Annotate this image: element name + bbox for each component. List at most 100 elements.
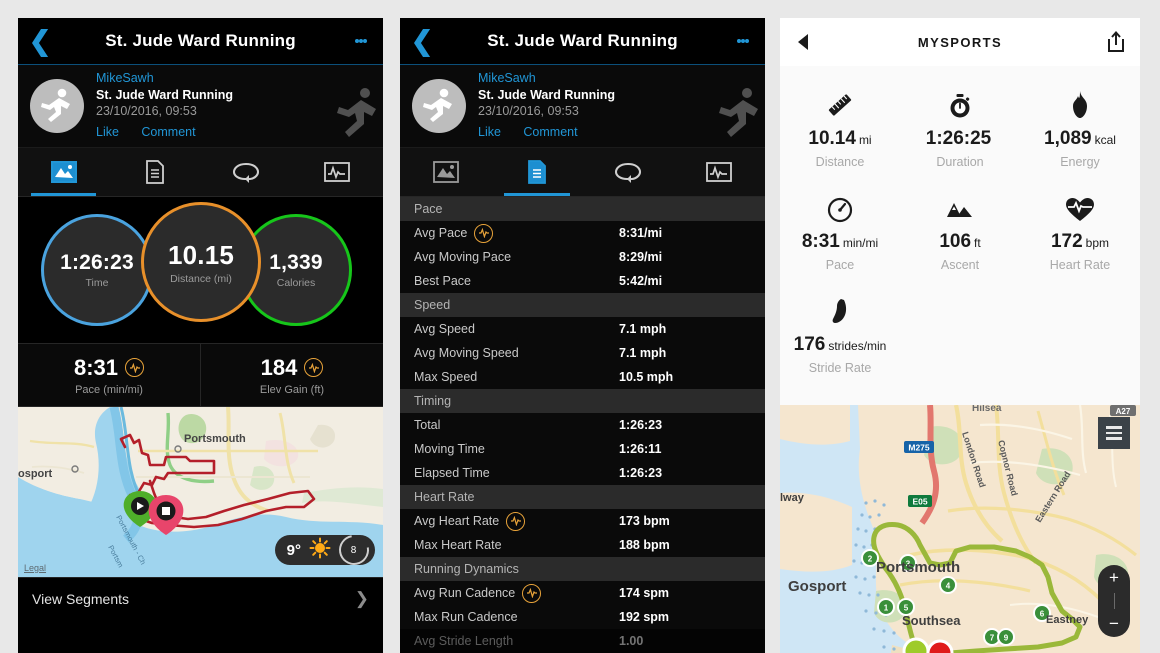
detail-row-value: 1:26:23	[619, 466, 663, 480]
view-segments-button[interactable]: View Segments ❯	[18, 577, 383, 620]
route-map[interactable]: Portsmouth osport Portsmouth - Ch Portsm…	[18, 407, 383, 577]
detail-group-header: Heart Rate	[400, 485, 765, 509]
secondary-stats: 8:31 Pace (min/mi) 184 Elev Gain (ft)	[18, 343, 383, 407]
detail-row-value: 174 spm	[619, 586, 670, 600]
ring-distance-label: Distance (mi)	[170, 272, 232, 285]
shoe-icon	[827, 296, 853, 326]
tab-charts[interactable]	[674, 148, 765, 196]
detail-row[interactable]: Max Run Cadence 192 spm	[400, 605, 765, 629]
layers-menu-icon[interactable]	[1098, 417, 1130, 449]
back-button[interactable]: ❮	[18, 27, 62, 55]
tab-laps[interactable]	[201, 148, 292, 196]
ring-calories-value: 1,339	[269, 251, 323, 274]
author-username[interactable]: MikeSawh	[478, 70, 615, 87]
detail-row-key: Avg Run Cadence	[414, 586, 516, 600]
stat-heart-rate-label: Heart Rate	[1049, 258, 1111, 272]
detail-row-key: Avg Stride Length	[414, 634, 514, 648]
detail-row-key: Avg Heart Rate	[414, 514, 500, 528]
wind-value: 8	[351, 544, 357, 556]
stat-pace: 8:31 Pace (min/mi)	[18, 344, 200, 406]
activity-author-strip: MikeSawh St. Jude Ward Running 23/10/201…	[18, 65, 383, 148]
map-legal-link[interactable]: Legal	[24, 563, 46, 573]
zoom-in-button[interactable]: +	[1109, 568, 1119, 588]
detail-row[interactable]: Avg Pace 8:31/mi	[400, 221, 765, 245]
tab-details[interactable]	[491, 148, 582, 196]
stat-distance-label: Distance	[815, 155, 865, 169]
avatar[interactable]	[30, 79, 84, 133]
back-button[interactable]: ❮	[400, 27, 444, 55]
ring-calories-label: Calories	[276, 277, 316, 289]
detail-row[interactable]: Avg Moving Speed 7.1 mph	[400, 341, 765, 365]
stat-stride-rate-unit: strides/min	[828, 339, 887, 353]
detail-row[interactable]: Avg Stride Length 1.00	[400, 629, 765, 653]
svg-text:osport: osport	[18, 468, 53, 480]
stat-distance-unit: mi	[858, 133, 872, 147]
stats-row-2: 8:31 min/mi Pace 106 ft Ascent 172 bpm H…	[780, 183, 1140, 286]
panel2-tab-bar	[400, 148, 765, 197]
heart-rate-badge-icon	[522, 583, 542, 603]
mysports-route-map[interactable]: 1 2 3 4 5 6 7 9 10	[780, 405, 1140, 653]
stat-pace-value: 8:31	[801, 231, 840, 252]
overflow-menu-icon[interactable]	[721, 37, 765, 45]
detail-group-title: Speed	[414, 298, 451, 312]
view-segments-label: View Segments	[32, 591, 130, 607]
tab-details[interactable]	[109, 148, 200, 196]
activity-detail-list[interactable]: Pace Avg Pace 8:31/mi Avg Moving Pace 8:29/m…	[400, 197, 765, 653]
stat-empty-2	[1020, 286, 1140, 389]
detail-row-value: 1:26:23	[619, 418, 663, 432]
detail-row[interactable]: Best Pace 5:42/mi	[400, 269, 765, 293]
detail-row[interactable]: Max Speed 10.5 mph	[400, 365, 765, 389]
sun-icon	[309, 537, 331, 564]
detail-row[interactable]: Avg Speed 7.1 mph	[400, 317, 765, 341]
weather-temperature: 9°	[286, 541, 301, 559]
detail-row-key: Max Speed	[414, 370, 478, 384]
heart-rate-badge-icon	[304, 358, 324, 377]
stat-ascent-label: Ascent	[940, 258, 980, 272]
stat-pace-label: Pace	[825, 258, 855, 272]
avatar[interactable]	[412, 79, 466, 133]
author-username[interactable]: MikeSawh	[96, 70, 233, 87]
detail-row[interactable]: Avg Heart Rate 173 bpm	[400, 509, 765, 533]
tab-map[interactable]	[18, 148, 109, 196]
like-button[interactable]: Like	[478, 125, 501, 139]
svg-text:lway: lway	[780, 492, 805, 504]
svg-text:6: 6	[1040, 610, 1045, 619]
detail-row[interactable]: Avg Moving Pace 8:29/mi	[400, 245, 765, 269]
detail-row[interactable]: Elapsed Time 1:26:23	[400, 461, 765, 485]
mountain-icon	[945, 193, 975, 223]
ring-time-label: Time	[85, 277, 109, 289]
ring-distance-value: 10.15	[167, 239, 235, 270]
tab-charts[interactable]	[292, 148, 383, 196]
like-button[interactable]: Like	[96, 125, 119, 139]
screenshot-root: ❮ St. Jude Ward Running MikeSawh St. Jud…	[0, 0, 1160, 653]
social-links: Like Comment	[478, 121, 615, 142]
page-title: St. Jude Ward Running	[487, 31, 678, 50]
detail-row-value: 7.1 mph	[619, 322, 667, 336]
comment-button[interactable]: Comment	[141, 125, 195, 139]
panel1-header: ❮ St. Jude Ward Running	[18, 18, 383, 65]
detail-row-value: 173 bpm	[619, 514, 670, 528]
svg-text:9: 9	[1004, 634, 1009, 643]
back-button[interactable]	[780, 32, 828, 52]
detail-group-title: Timing	[414, 394, 452, 408]
overflow-menu-icon[interactable]	[339, 37, 383, 45]
detail-row[interactable]: Avg Run Cadence 174 spm	[400, 581, 765, 605]
share-icon[interactable]	[1092, 31, 1140, 53]
activity-author-strip: MikeSawh St. Jude Ward Running 23/10/201…	[400, 65, 765, 148]
detail-row[interactable]: Moving Time 1:26:11	[400, 437, 765, 461]
ring-time: 1:26:23 Time	[41, 214, 153, 326]
tab-map[interactable]	[400, 148, 491, 196]
tab-laps[interactable]	[583, 148, 674, 196]
zoom-out-button[interactable]: −	[1109, 614, 1119, 634]
stat-energy-value: 1,089	[1044, 128, 1092, 149]
comment-button[interactable]: Comment	[523, 125, 577, 139]
panel2-header: ❮ St. Jude Ward Running	[400, 18, 765, 65]
stat-pace-label: Pace (min/mi)	[75, 383, 143, 396]
panel3-header: MYSPORTS	[780, 18, 1140, 66]
detail-row[interactable]: Max Heart Rate 188 bpm	[400, 533, 765, 557]
detail-row-value: 8:29/mi	[619, 250, 663, 264]
detail-group-title: Pace	[414, 202, 443, 216]
stat-distance-value: 10.14	[808, 128, 856, 149]
stat-heart-rate-unit: bpm	[1085, 236, 1110, 250]
detail-row[interactable]: Total 1:26:23	[400, 413, 765, 437]
